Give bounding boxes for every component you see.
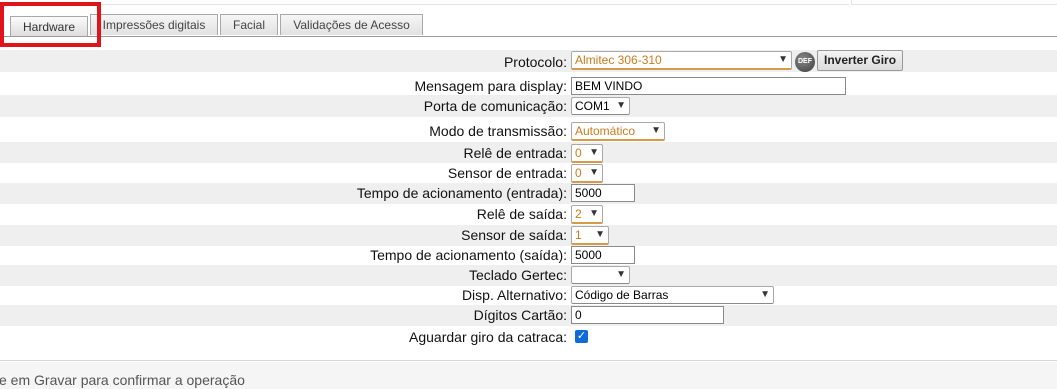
digitos-input[interactable]: 0 (571, 306, 724, 324)
porta-value: COM1 (575, 99, 610, 113)
row-aguardar: Aguardar giro da catraca: ✓ (0, 326, 1057, 348)
sensor-entrada-label: Sensor de entrada: (447, 165, 567, 181)
row-tempo-saida: Tempo de acionamento (saída): 5000 (0, 245, 1057, 266)
row-rele-saida: Relê de saída: 2 ▼ (0, 204, 1057, 225)
tempo-entrada-input[interactable]: 5000 (571, 184, 635, 202)
teclado-label: Teclado Gertec: (468, 267, 567, 283)
disp-select[interactable]: Código de Barras ▼ (571, 286, 774, 304)
modo-label: Modo de transmissão: (429, 123, 567, 139)
top-strip-left (0, 0, 849, 5)
chevron-down-icon: ▼ (760, 289, 770, 300)
chevron-down-icon: ▼ (651, 125, 661, 136)
rele-entrada-label: Relê de entrada: (463, 145, 567, 161)
chevron-down-icon: ▼ (589, 147, 599, 158)
chevron-down-icon: ▼ (616, 269, 626, 280)
sensor-saida-label: Sensor de saída: (461, 227, 567, 243)
tab-underline (0, 36, 1057, 37)
footer: e em Gravar para confirmar a operação (0, 362, 1057, 389)
chevron-down-icon: ▼ (595, 229, 605, 240)
tempo-entrada-label: Tempo de acionamento (entrada): (356, 185, 567, 201)
chevron-down-icon: ▼ (778, 54, 788, 65)
mensagem-input[interactable]: BEM VINDO (571, 77, 846, 95)
row-modo: Modo de transmissão: Automático ▼ (0, 120, 1057, 142)
row-tempo-entrada: Tempo de acionamento (entrada): 5000 (0, 183, 1057, 204)
def-icon[interactable]: DEF (795, 52, 815, 72)
rele-saida-label: Relê de saída: (476, 206, 567, 222)
teclado-select[interactable]: ▼ (571, 266, 630, 284)
disp-label: Disp. Alternativo: (461, 287, 567, 303)
porta-label: Porta de comunicação: (423, 98, 567, 114)
protocolo-label: Protocolo: (503, 54, 567, 70)
inverter-giro-button[interactable]: Inverter Giro (817, 50, 904, 71)
row-digitos: Dígitos Cartão: 0 (0, 305, 1057, 326)
sensor-saida-value: 1 (575, 228, 582, 242)
tab-impressoes-digitais[interactable]: Impressões digitais (90, 14, 218, 35)
top-strip-right (851, 0, 1057, 5)
tempo-saida-label: Tempo de acionamento (saída): (370, 247, 567, 263)
modo-select[interactable]: Automático ▼ (571, 122, 665, 141)
chevron-down-icon: ▼ (589, 167, 599, 178)
rele-saida-value: 2 (575, 207, 582, 221)
mensagem-label: Mensagem para display: (414, 78, 567, 94)
row-mensagem: Mensagem para display: BEM VINDO (0, 74, 1057, 96)
digitos-label: Dígitos Cartão: (473, 307, 567, 323)
row-porta: Porta de comunicação: COM1 ▼ (0, 95, 1057, 117)
tab-bar: Hardware Impressões digitais Facial Vali… (0, 14, 1057, 37)
rele-saida-select[interactable]: 2 ▼ (571, 205, 603, 224)
tab-validacoes-de-acesso[interactable]: Validações de Acesso (280, 14, 423, 35)
rele-entrada-select[interactable]: 0 ▼ (571, 144, 603, 163)
sensor-entrada-select[interactable]: 0 ▼ (571, 164, 603, 183)
aguardar-checkbox[interactable]: ✓ (575, 330, 588, 343)
chevron-down-icon: ▼ (589, 208, 599, 219)
top-strip (0, 0, 1057, 5)
sensor-saida-select[interactable]: 1 ▼ (571, 226, 609, 245)
row-rele-entrada: Relê de entrada: 0 ▼ (0, 142, 1057, 163)
row-teclado: Teclado Gertec: ▼ (0, 265, 1057, 286)
modo-value: Automático (575, 124, 636, 138)
tab-facial[interactable]: Facial (220, 14, 278, 35)
aguardar-label: Aguardar giro da catraca: (409, 329, 567, 345)
disp-value: Código de Barras (575, 288, 669, 302)
rele-entrada-value: 0 (575, 146, 582, 160)
row-protocolo: Protocolo: Almitec 306-310 ▼ DEF Inverte… (0, 50, 1057, 72)
sensor-entrada-value: 0 (575, 166, 582, 180)
highlight-box (0, 2, 101, 47)
protocolo-select[interactable]: Almitec 306-310 ▼ (571, 51, 792, 70)
row-sensor-saida: Sensor de saída: 1 ▼ (0, 225, 1057, 246)
chevron-down-icon: ▼ (616, 100, 626, 111)
footer-hint-text: e em Gravar para confirmar a operação (0, 372, 245, 388)
porta-select[interactable]: COM1 ▼ (571, 97, 630, 115)
tempo-saida-input[interactable]: 5000 (571, 246, 635, 264)
footer-divider (0, 360, 1057, 361)
row-disp: Disp. Alternativo: Código de Barras ▼ (0, 285, 1057, 306)
protocolo-value: Almitec 306-310 (575, 53, 662, 67)
row-sensor-entrada: Sensor de entrada: 0 ▼ (0, 163, 1057, 184)
